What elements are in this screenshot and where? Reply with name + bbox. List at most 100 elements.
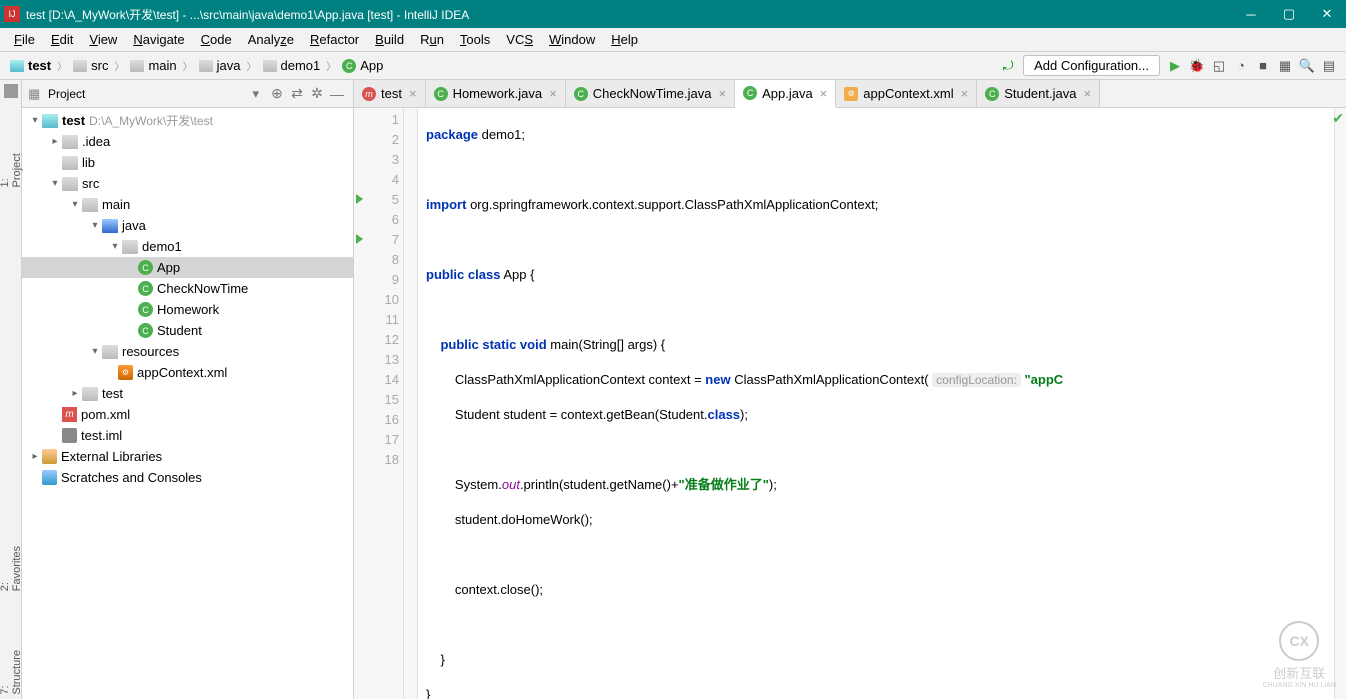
tree-scratches[interactable]: Scratches and Consoles [22,467,353,488]
editor-area: mtest× CHomework.java× CCheckNowTime.jav… [354,80,1346,699]
tree-lib[interactable]: lib [22,152,353,173]
settings-icon[interactable]: ▤ [1318,55,1340,77]
menu-refactor[interactable]: Refactor [302,30,367,49]
project-tree: ▾testD:\A_MyWork\开发\test ▸.idea lib ▾src… [22,108,353,699]
source-folder-icon [102,219,118,233]
tab-homework[interactable]: CHomework.java× [426,80,566,107]
add-configuration-button[interactable]: Add Configuration... [1023,55,1160,76]
menu-analyze[interactable]: Analyze [240,30,302,49]
scratches-icon [42,470,57,485]
menu-run[interactable]: Run [412,30,452,49]
menu-view[interactable]: View [81,30,125,49]
breadcrumb-java[interactable]: java [195,58,245,73]
module-icon [42,114,58,128]
debug-button[interactable]: 🐞 [1186,55,1208,77]
run-gutter-icon[interactable] [356,234,363,244]
maven-icon: m [62,407,77,422]
breadcrumb-test[interactable]: test [6,58,55,73]
xml-icon: ⚙ [844,87,858,101]
breadcrumb-src[interactable]: src [69,58,112,73]
navigation-bar: test〉 src〉 main〉 java〉 demo1〉 CApp ⤾ Add… [0,52,1346,80]
class-icon: C [138,323,153,338]
run-gutter-icon[interactable] [356,194,363,204]
close-icon[interactable]: × [409,86,417,101]
tree-pom[interactable]: mpom.xml [22,404,353,425]
left-tab-favorites[interactable]: 2: Favorites [0,531,23,595]
search-everywhere-icon[interactable]: 🔍 [1296,55,1318,77]
menu-file[interactable]: File [6,30,43,49]
tab-checknowtime[interactable]: CCheckNowTime.java× [566,80,735,107]
iml-icon [62,428,77,443]
tree-idea[interactable]: ▸.idea [22,131,353,152]
code-editor[interactable]: 1234 5 6 7 89101112131415161718 package … [354,108,1346,699]
coverage-button[interactable]: ◱ [1208,55,1230,77]
folder-icon [199,60,213,72]
profile-button[interactable]: ◔ [1230,55,1252,77]
run-button[interactable]: ▶ [1164,55,1186,77]
build-icon[interactable]: ⤾ [997,55,1019,77]
menu-edit[interactable]: Edit [43,30,81,49]
left-tool-gutter: 1: Project 2: Favorites 7: Structure [0,80,22,699]
tree-checknowtime[interactable]: CCheckNowTime [22,278,353,299]
menu-help[interactable]: Help [603,30,646,49]
tree-demo1[interactable]: ▾demo1 [22,236,353,257]
tab-test[interactable]: mtest× [354,80,426,107]
class-icon: C [138,260,153,275]
dropdown-icon[interactable]: ▾ [252,86,259,102]
menu-vcs[interactable]: VCS [498,30,541,49]
tree-java[interactable]: ▾java [22,215,353,236]
titlebar: IJ test [D:\A_MyWork\开发\test] - ...\src\… [0,0,1346,28]
tree-appcontext[interactable]: ⚙appContext.xml [22,362,353,383]
tree-resources[interactable]: ▾resources [22,341,353,362]
tree-main[interactable]: ▾main [22,194,353,215]
code-lines[interactable]: package demo1; import org.springframewor… [418,108,1334,699]
tree-iml[interactable]: test.iml [22,425,353,446]
close-icon[interactable]: × [820,86,828,101]
close-button[interactable]: ✕ [1320,7,1334,21]
project-tool-icon[interactable] [4,84,18,98]
locate-icon[interactable]: ⊕ [267,84,287,104]
close-icon[interactable]: × [961,86,969,101]
close-icon[interactable]: × [1083,86,1091,101]
class-icon: C [138,302,153,317]
maximize-button[interactable]: ▢ [1282,7,1296,21]
close-icon[interactable]: × [718,86,726,101]
left-tab-project[interactable]: 1: Project [0,138,23,191]
sidebar-title[interactable]: Project [48,87,252,101]
line-gutter: 1234 5 6 7 89101112131415161718 [354,108,404,699]
app-icon: IJ [4,6,20,22]
menu-build[interactable]: Build [367,30,412,49]
watermark: CX 创新互联 CHUANG XIN HU LIAN [1262,621,1336,689]
expand-icon[interactable]: ⇄ [287,84,307,104]
menu-navigate[interactable]: Navigate [125,30,192,49]
tree-app[interactable]: CApp [22,257,353,278]
stop-button[interactable]: ■ [1252,55,1274,77]
tree-homework[interactable]: CHomework [22,299,353,320]
tree-student[interactable]: CStudent [22,320,353,341]
tab-appcontext[interactable]: ⚙appContext.xml× [836,80,977,107]
breadcrumb-demo1[interactable]: demo1 [259,58,325,73]
layout-icon[interactable]: ▦ [1274,55,1296,77]
left-tab-structure[interactable]: 7: Structure [0,635,23,699]
minimize-button[interactable]: ─ [1244,7,1258,21]
tree-root[interactable]: ▾testD:\A_MyWork\开发\test [22,110,353,131]
tree-test[interactable]: ▸test [22,383,353,404]
folder-icon [62,177,78,191]
tab-student[interactable]: CStudent.java× [977,80,1100,107]
resources-folder-icon [102,345,118,359]
breadcrumb-app[interactable]: CApp [338,58,387,73]
folder-icon [73,60,87,72]
breadcrumb-main[interactable]: main [126,58,180,73]
maven-icon: m [362,87,376,101]
menu-tools[interactable]: Tools [452,30,498,49]
hide-icon[interactable]: — [327,84,347,104]
folder-icon [62,156,78,170]
tab-app[interactable]: CApp.java× [735,80,836,108]
settings-gear-icon[interactable]: ✲ [307,84,327,104]
menu-window[interactable]: Window [541,30,603,49]
folder-icon [82,198,98,212]
tree-external-libraries[interactable]: ▸External Libraries [22,446,353,467]
menu-code[interactable]: Code [193,30,240,49]
close-icon[interactable]: × [549,86,557,101]
tree-src[interactable]: ▾src [22,173,353,194]
